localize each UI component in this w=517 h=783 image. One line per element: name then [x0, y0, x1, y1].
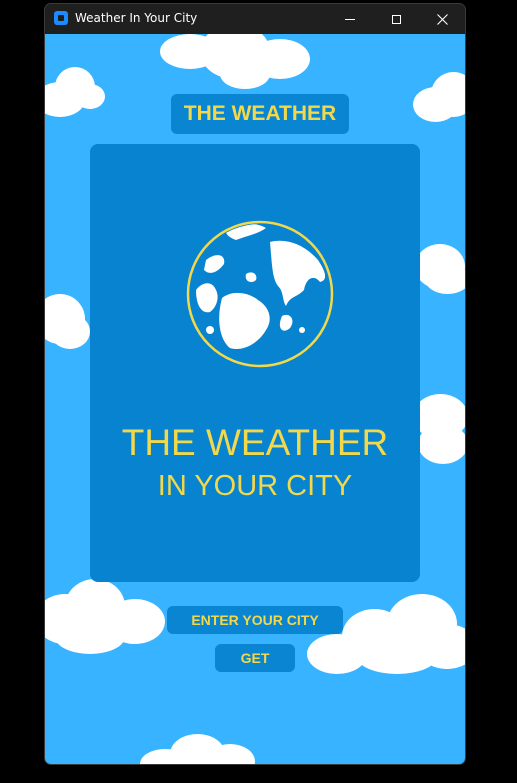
minimize-button[interactable] — [327, 4, 373, 34]
app-icon — [54, 11, 68, 25]
cloud-decoration — [45, 284, 95, 354]
title-bar[interactable]: Weather In Your City — [45, 4, 465, 34]
maximize-button[interactable] — [373, 4, 419, 34]
card-title: THE WEATHER — [121, 422, 389, 463]
header-badge: THE WEATHER — [171, 94, 349, 134]
close-icon — [436, 13, 448, 25]
cloud-decoration — [415, 239, 465, 299]
maximize-icon — [391, 14, 401, 24]
weather-card: THE WEATHER IN YOUR CITY — [90, 144, 420, 582]
cloud-decoration — [140, 729, 260, 764]
cloud-decoration — [413, 394, 465, 474]
close-button[interactable] — [419, 4, 465, 34]
cloud-decoration — [45, 62, 115, 122]
header-badge-text: THE WEATHER — [183, 102, 337, 125]
minimize-icon — [345, 18, 355, 20]
cloud-decoration — [413, 72, 465, 132]
globe-icon — [186, 220, 334, 368]
card-subtitle: IN YOUR CITY — [157, 470, 353, 502]
window-title: Weather In Your City — [75, 11, 198, 25]
app-window: Weather In Your City THE WEATHER THE WEA… — [45, 4, 465, 764]
get-button[interactable]: GET — [215, 644, 295, 672]
city-input[interactable] — [167, 606, 343, 634]
app-content: THE WEATHER THE WEATHER IN YOUR CITY ENT… — [45, 34, 465, 764]
cloud-decoration — [160, 34, 310, 94]
cloud-decoration — [45, 579, 175, 659]
